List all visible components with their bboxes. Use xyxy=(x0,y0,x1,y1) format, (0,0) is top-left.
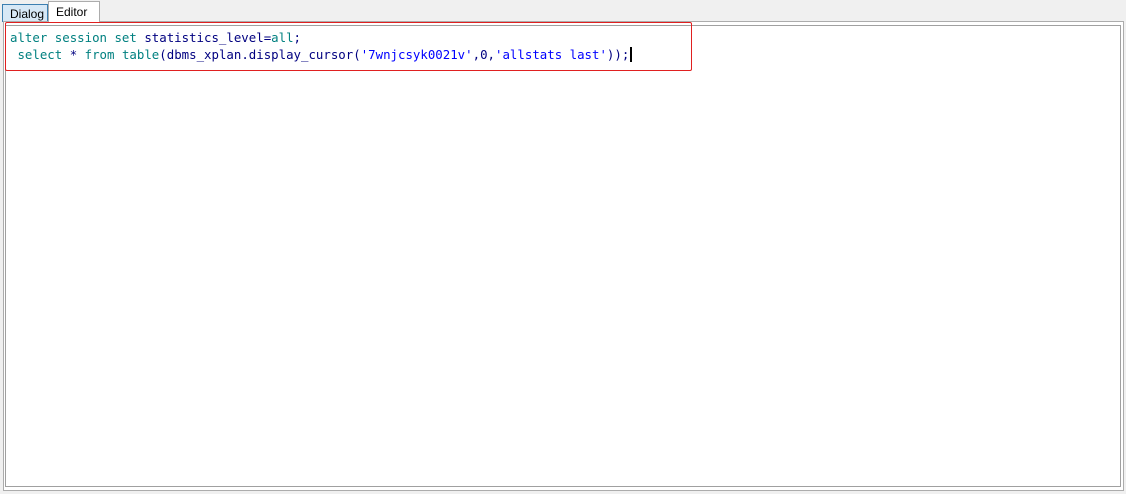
select-star: * xyxy=(69,47,78,62)
tab-strip: Dialog Editor xyxy=(0,0,1126,22)
keyword-from: from xyxy=(84,47,115,62)
format-literal: 'allstats last' xyxy=(495,47,607,62)
child-number: 0 xyxy=(480,47,488,62)
code-line-1: alter session set statistics_level=all; xyxy=(10,30,301,45)
editor-panel: alter session set statistics_level=all; … xyxy=(3,21,1124,491)
keyword-select: select xyxy=(17,47,63,62)
open-paren: ( xyxy=(159,47,167,62)
tab-editor-label: Editor xyxy=(56,5,88,19)
close-parens: )); xyxy=(606,47,630,62)
text-cursor xyxy=(630,47,633,62)
code-line-2: select * from table(dbms_xplan.display_c… xyxy=(10,47,633,62)
tab-dialog[interactable]: Dialog xyxy=(2,4,48,22)
sql-text-area[interactable]: alter session set statistics_level=all; … xyxy=(5,25,1121,487)
comma-1: , xyxy=(472,47,481,62)
sql-editor-window: Dialog Editor alter session set statisti… xyxy=(0,0,1126,494)
sql-id-literal: '7wnjcsyk0021v' xyxy=(360,47,473,62)
keyword-alter: alter xyxy=(10,30,48,45)
sql-code[interactable]: alter session set statistics_level=all; … xyxy=(10,29,633,63)
keyword-session: session xyxy=(54,30,107,45)
parameter-name: statistics_level xyxy=(144,30,264,45)
keyword-all: all xyxy=(271,30,294,45)
tab-dialog-label: Dialog xyxy=(10,7,45,21)
tab-editor[interactable]: Editor xyxy=(48,1,100,22)
comma-2: , xyxy=(487,47,496,62)
function-name: dbms_xplan.display_cursor xyxy=(166,47,354,62)
statement-terminator: ; xyxy=(293,30,302,45)
open-paren-inner: ( xyxy=(353,47,361,62)
keyword-set: set xyxy=(114,30,137,45)
keyword-table: table xyxy=(121,47,160,62)
